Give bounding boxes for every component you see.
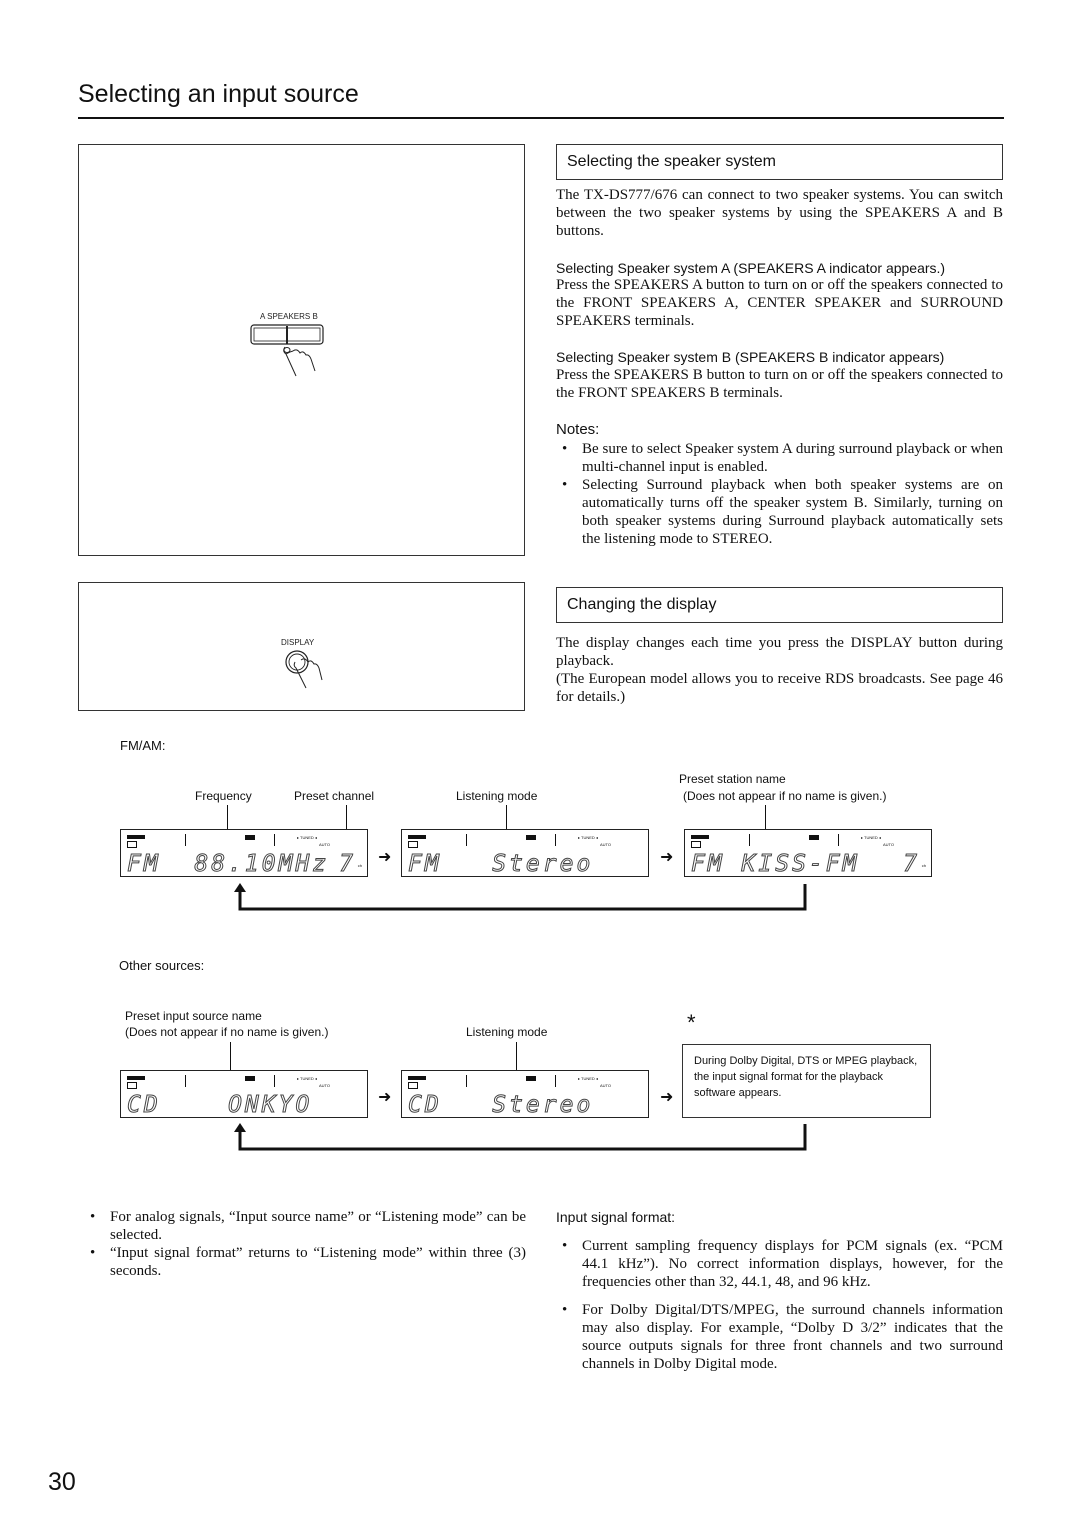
label-preset-input-note: (Does not appear if no name is given.) xyxy=(125,1025,329,1039)
notes-heading: Notes: xyxy=(556,421,600,438)
display-button-icon xyxy=(285,650,323,689)
lcd-display-input-name: ▸ TUNED ◂ AUTO CD ONKYO xyxy=(120,1070,368,1119)
page-number: 30 xyxy=(48,1468,76,1496)
lcd-display-fm-frequency: ▸ TUNED ◂ AUTO FM 88.10MHz 7 ch xyxy=(120,829,368,878)
note-item: • Selecting Surround playback when both s… xyxy=(562,477,1003,547)
other-sources-heading: Other sources: xyxy=(119,958,205,973)
lcd-display-fm-station: ▸ TUNED ◂ AUTO FM KISS-FM 7 ch xyxy=(684,829,932,878)
label-preset-station-name: Preset station name xyxy=(679,772,786,786)
lcd-display-fm-mode: ▸ TUNED ◂ AUTO FM Stereo xyxy=(401,829,649,878)
lcd-preset-number: 7 xyxy=(339,851,354,878)
note-item: • Be sure to select Speaker system A duri… xyxy=(562,441,1003,475)
display-text-1: The display changes each time you press … xyxy=(556,635,1003,669)
arrow-right-icon: ➜ xyxy=(660,847,674,866)
speakers-label: A SPEAKERS B xyxy=(260,312,318,321)
lcd-text: FM KISS-FM xyxy=(690,851,860,878)
label-listening-mode: Listening mode xyxy=(466,1025,548,1039)
label-preset-station-note: (Does not appear if no name is given.) xyxy=(683,789,887,803)
list-item: • “Input signal format” returns to “Liste… xyxy=(90,1245,526,1279)
speakers-indicator xyxy=(127,835,145,839)
list-item: • For analog signals, “Input source name”… xyxy=(90,1209,526,1243)
dsp-indicator xyxy=(245,835,255,840)
speakers-a-indicator xyxy=(127,841,137,848)
analog-notes-list: • For analog signals, “Input source name”… xyxy=(84,1208,526,1280)
label-preset-channel: Preset channel xyxy=(294,789,375,803)
asterisk-mark: * xyxy=(687,1010,696,1035)
speaker-intro: The TX-DS777/676 can connect to two spea… xyxy=(556,187,1003,239)
system-b-heading: Selecting Speaker system B (SPEAKERS B i… xyxy=(556,349,945,365)
list-item: • For Dolby Digital/DTS/MPEG, the surroun… xyxy=(562,1302,1003,1372)
cycle-return-arrow xyxy=(234,1123,807,1151)
arrow-right-icon: ➜ xyxy=(378,847,392,866)
system-a-heading: Selecting Speaker system A (SPEAKERS A i… xyxy=(556,260,946,276)
speakers-button-icon xyxy=(250,324,324,377)
fmam-heading: FM/AM: xyxy=(120,738,166,753)
arrow-right-icon: ➜ xyxy=(378,1087,392,1106)
display-label: DISPLAY xyxy=(281,638,315,647)
display-section-heading: Changing the display xyxy=(556,587,1003,623)
list-item: • Current sampling frequency displays for… xyxy=(562,1238,1003,1290)
speakers-figure: A SPEAKERS B xyxy=(78,144,525,556)
title-divider xyxy=(78,117,1004,119)
tuned-indicator: ▸ TUNED ◂ xyxy=(297,835,317,840)
lcd-text: FM Stereo xyxy=(407,851,594,878)
label-listening-mode: Listening mode xyxy=(456,789,538,803)
auto-indicator: AUTO xyxy=(319,842,331,847)
ch-indicator: ch xyxy=(357,863,362,868)
system-b-text: Press the SPEAKERS B button to turn on o… xyxy=(556,367,1003,401)
speaker-section-heading: Selecting the speaker system xyxy=(556,144,1003,180)
input-format-note: During Dolby Digital, DTS or MPEG playba… xyxy=(682,1044,931,1118)
lcd-display-input-mode: ▸ TUNED ◂ AUTO CD Stereo xyxy=(401,1070,649,1119)
input-signal-format-list: • Current sampling frequency displays for… xyxy=(556,1237,1003,1373)
arrow-right-icon: ➜ xyxy=(660,1087,674,1106)
notes-list: • Be sure to select Speaker system A duri… xyxy=(556,440,1003,548)
lcd-text: CD Stereo xyxy=(407,1092,594,1119)
display-text-2: (The European model allows you to receiv… xyxy=(556,671,1003,705)
display-figure: DISPLAY xyxy=(78,582,525,711)
label-frequency: Frequency xyxy=(195,789,252,803)
system-a-text: Press the SPEAKERS A button to turn on o… xyxy=(556,277,1003,329)
input-signal-format-heading: Input signal format: xyxy=(556,1209,676,1225)
label-preset-input-name: Preset input source name xyxy=(125,1009,262,1023)
page-title: Selecting an input source xyxy=(78,80,359,108)
lcd-text: FM 88.10MHz xyxy=(126,851,330,878)
lcd-text: CD ONKYO xyxy=(126,1092,313,1119)
lcd-preset-number: 7 xyxy=(903,851,918,878)
cycle-return-arrow xyxy=(234,883,807,911)
